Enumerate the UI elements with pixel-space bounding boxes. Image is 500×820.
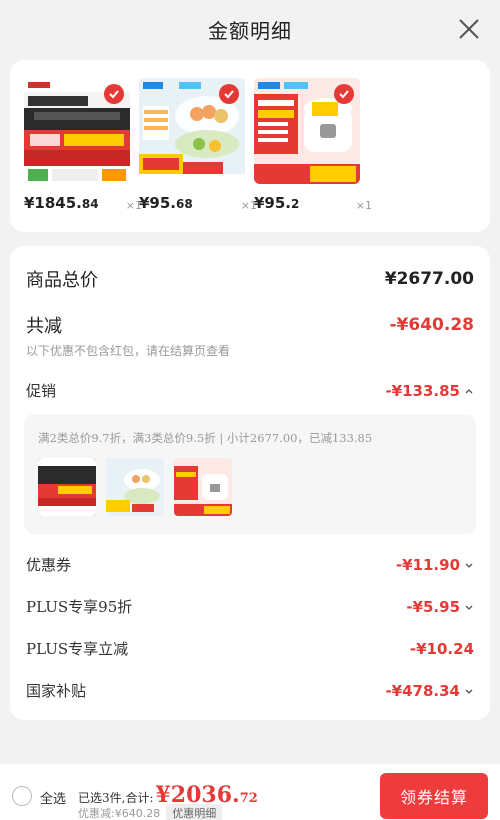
promo-label: 促销 [26,382,57,400]
promo-product-thumbnail [106,458,164,516]
checkout-button[interactable]: 领券结算 [380,773,488,819]
grand-total-decimal: 72 [239,791,258,806]
promo-product-thumbnail [38,458,96,516]
page-title: 金额明细 [208,18,292,43]
product-price-decimal: 84 [81,197,99,211]
checkout-bar: 全选 已选3件,合计: ¥2036. 72 优惠减:¥640.28 优惠明细 领… [0,764,500,820]
chevron-down-icon [465,563,473,568]
chevron-down-icon [465,605,473,610]
discount-total-label: 共减 [26,316,62,337]
product-price: ¥1845. [24,194,82,212]
plus-instant-label: PLUS专享立减 [26,640,129,658]
product-item[interactable]: ¥95. 68 ×1 [139,78,257,212]
close-button[interactable] [456,16,482,42]
discount-summary-text: 优惠减:¥640.28 [78,807,161,820]
product-price-decimal: 68 [176,197,193,211]
discount-total-row: 共减 -¥640.28 [26,312,474,338]
subsidy-label: 国家补贴 [26,682,87,700]
product-item[interactable]: ¥1845. 84 ×1 [24,78,142,212]
product-price-decimal: 2 [291,197,300,211]
subsidy-value: -¥478.34 [385,681,460,700]
product-quantity: ×1 [355,199,372,212]
select-all-radio[interactable] [12,786,32,806]
selected-check-icon [219,84,239,104]
discount-detail-button[interactable]: 优惠明细 [166,804,223,820]
promo-detail-text: 满2类总价9.7折，满3类总价9.5折 | 小计2677.00，已减133.85 [38,431,373,445]
chevron-down-icon [465,689,473,694]
plus-95-row[interactable]: PLUS专享95折 -¥5.95 [26,596,474,617]
product-thumbnail-rice-cooker[interactable] [254,78,360,184]
promo-product-thumbnail [174,458,232,516]
select-all-label[interactable]: 全选 [40,788,66,807]
plus-95-value: -¥5.95 [406,597,460,616]
discount-total-value: -¥640.28 [389,315,475,335]
product-price: ¥95. [254,194,292,212]
promo-value: -¥133.85 [385,381,460,400]
subsidy-row[interactable]: 国家补贴 -¥478.34 [26,680,474,701]
chevron-up-icon [465,388,473,393]
plus-instant-value: -¥10.24 [409,639,474,658]
promo-detail-box: 满2类总价9.7折，满3类总价9.5折 | 小计2677.00，已减133.85 [24,414,476,534]
header: 金额明细 [0,0,500,58]
total-price-label: 商品总价 [26,270,98,291]
coupon-row[interactable]: 优惠券 -¥11.90 [26,554,474,575]
product-price: ¥95. [139,194,177,212]
price-summary-card: 商品总价 ¥2677.00 共减 -¥640.28 以下优惠不包含红包，请在结算… [10,246,490,720]
promo-row[interactable]: 促销 -¥133.85 [26,380,474,401]
coupon-value: -¥11.90 [395,555,460,574]
selected-check-icon [104,84,124,104]
selected-check-icon [334,84,354,104]
product-item[interactable]: ¥95. 2 ×1 [254,78,372,212]
discount-note: 以下优惠不包含红包，请在结算页查看 [26,344,231,358]
plus-instant-row: PLUS专享立减 -¥10.24 [26,638,474,659]
product-thumbnail-food-steamer[interactable] [139,78,245,184]
close-icon [459,19,479,39]
product-thumbnail-range-hood[interactable] [24,78,130,184]
plus-95-label: PLUS专享95折 [26,598,133,616]
coupon-label: 优惠券 [26,556,72,574]
total-price-value: ¥2677.00 [384,269,474,289]
selected-products-card: ¥1845. 84 ×1 ¥95. 68 ×1 ¥95. 2 ×1 [10,60,490,232]
discount-summary: 优惠减:¥640.28 优惠明细 [78,804,223,820]
total-price-row: 商品总价 ¥2677.00 [26,266,474,292]
